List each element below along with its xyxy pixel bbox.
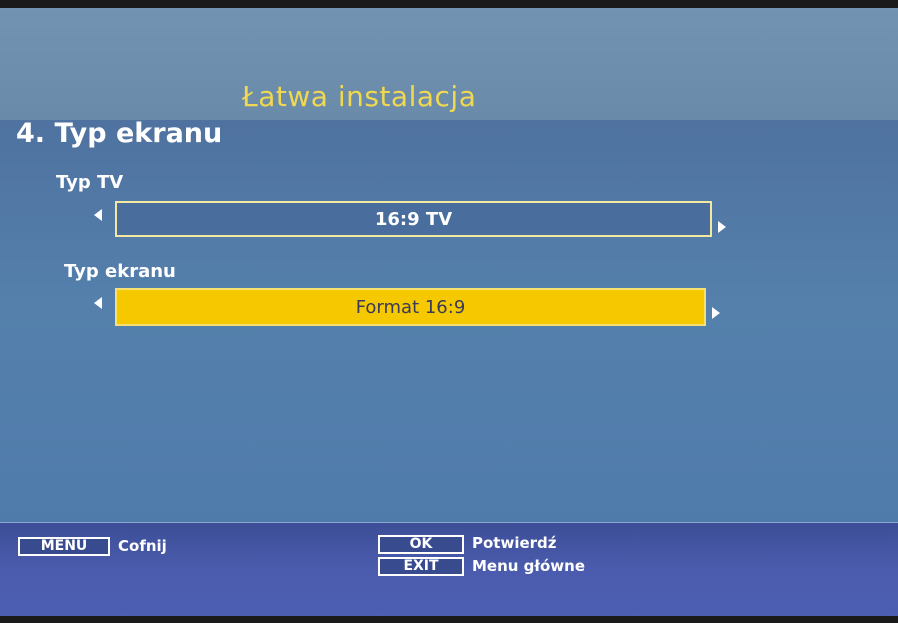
- ok-key-desc: Potwierdź: [472, 534, 557, 552]
- tv-type-label: Typ TV: [56, 172, 124, 193]
- ok-key-button[interactable]: OK: [378, 535, 464, 554]
- page-title: Łatwa instalacja: [242, 80, 477, 113]
- screen-type-prev-arrow-icon[interactable]: [94, 297, 102, 309]
- tv-type-prev-arrow-icon[interactable]: [94, 209, 102, 221]
- tv-screen: Łatwa instalacja 4. Typ ekranu Typ TV 16…: [0, 8, 898, 616]
- tv-type-value: 16:9 TV: [374, 208, 453, 230]
- screen-type-value: Format 16:9: [355, 296, 466, 318]
- exit-key-desc: Menu główne: [472, 557, 585, 575]
- section-title: 4. Typ ekranu: [16, 118, 223, 149]
- screen-type-selector[interactable]: Format 16:9: [115, 288, 706, 326]
- screen-type-label: Typ ekranu: [64, 261, 176, 282]
- screen-type-next-arrow-icon[interactable]: [712, 307, 720, 319]
- tv-type-selector[interactable]: 16:9 TV: [115, 201, 712, 237]
- footer-bar: MENU Cofnij OK Potwierdź EXIT Menu główn…: [0, 522, 898, 616]
- exit-key-button[interactable]: EXIT: [378, 557, 464, 576]
- menu-key-button[interactable]: MENU: [18, 537, 110, 556]
- tv-type-next-arrow-icon[interactable]: [718, 221, 726, 233]
- menu-key-desc: Cofnij: [118, 537, 167, 555]
